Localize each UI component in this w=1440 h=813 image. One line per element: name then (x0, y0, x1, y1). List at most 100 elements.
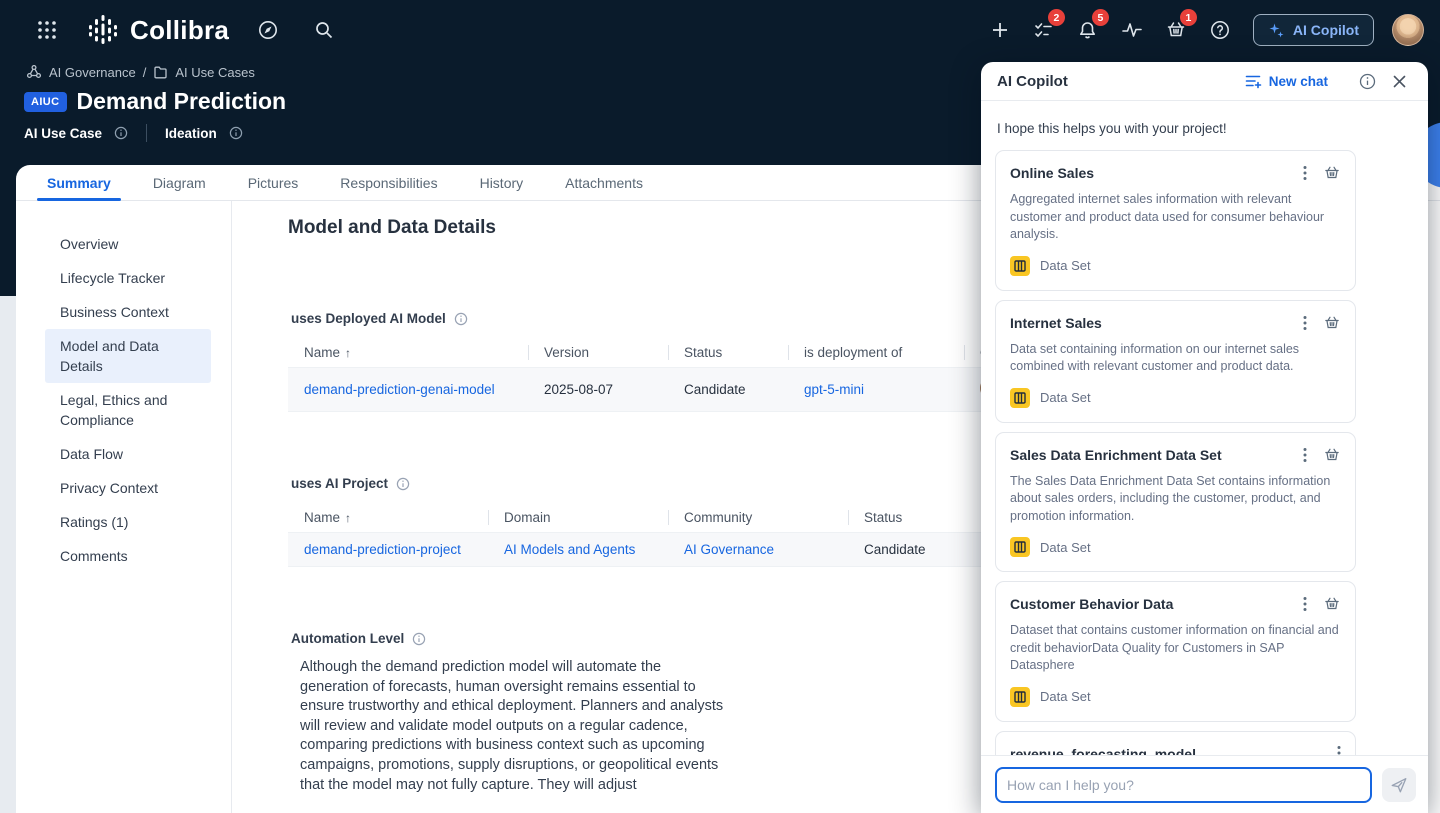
card-asset-type: Data Set (1040, 689, 1091, 704)
add-to-basket-icon[interactable] (1323, 164, 1341, 182)
add-to-basket-icon[interactable] (1323, 314, 1341, 332)
create-plus-icon[interactable] (983, 13, 1017, 47)
info-icon[interactable] (229, 126, 243, 140)
ai-copilot-button[interactable]: AI Copilot (1253, 14, 1374, 46)
asset-link[interactable]: gpt-5-mini (804, 382, 864, 397)
explore-compass-icon[interactable] (251, 13, 285, 47)
tasks-icon[interactable]: 2 (1027, 13, 1061, 47)
data-set-icon (1010, 388, 1030, 408)
send-plane-icon (1390, 776, 1408, 794)
asset-link[interactable]: demand-prediction-genai-model (304, 382, 495, 397)
sidebar-item-privacy-context[interactable]: Privacy Context (45, 471, 211, 505)
sort-asc-icon: ↑ (345, 511, 351, 525)
kebab-menu-icon[interactable] (1303, 315, 1307, 331)
sidebar-item-overview[interactable]: Overview (45, 227, 211, 261)
asset-type-badge: AIUC (24, 92, 67, 112)
column-header-community[interactable]: Community (668, 503, 848, 533)
sidebar-item-business-context[interactable]: Business Context (45, 295, 211, 329)
copilot-chat-input[interactable] (995, 767, 1372, 803)
page-title: Demand Prediction (77, 88, 287, 115)
tab-history[interactable]: History (466, 165, 538, 200)
table-cell: AI Models and Agents (488, 533, 668, 567)
automation-level-text: Although the demand prediction model wil… (300, 658, 732, 795)
kebab-menu-icon[interactable] (1303, 447, 1307, 463)
sidebar-item-legal-ethics-and-compliance[interactable]: Legal, Ethics and Compliance (45, 383, 211, 437)
ai-copilot-panel: AI Copilot New chat I hope this helps yo… (981, 62, 1428, 813)
copilot-intro-message: I hope this helps you with your project! (997, 121, 1412, 136)
add-to-basket-icon[interactable] (1323, 446, 1341, 464)
new-chat-button[interactable]: New chat (1245, 74, 1328, 89)
copilot-card-sales-data-enrichment-data-set[interactable]: Sales Data Enrichment Data Set The Sales… (995, 432, 1356, 573)
table-cell: demand-prediction-genai-model (288, 368, 528, 412)
collibra-logo[interactable]: Collibra (86, 13, 229, 47)
tab-summary[interactable]: Summary (33, 165, 125, 200)
tab-diagram[interactable]: Diagram (139, 165, 220, 200)
table-row: demand-prediction-project AI Models and A… (288, 533, 1038, 567)
send-button[interactable] (1382, 768, 1416, 802)
app-switcher-icon[interactable] (30, 13, 64, 47)
info-icon[interactable] (454, 312, 468, 326)
sort-asc-icon: ↑ (345, 346, 351, 360)
tab-responsibilities[interactable]: Responsibilities (326, 165, 451, 200)
sidebar-item-data-flow[interactable]: Data Flow (45, 437, 211, 471)
ai-copilot-button-label: AI Copilot (1293, 22, 1359, 38)
copilot-card-online-sales[interactable]: Online Sales Aggregated internet sales i… (995, 150, 1356, 291)
column-header-domain[interactable]: Domain (488, 503, 668, 533)
column-header-name[interactable]: Name↑ (288, 503, 488, 533)
card-title: Internet Sales (1010, 314, 1303, 331)
copilot-title: AI Copilot (997, 73, 1245, 90)
column-header-name[interactable]: Name↑ (288, 338, 528, 368)
breadcrumb-ai-use-cases[interactable]: AI Use Cases (175, 65, 254, 80)
column-header-status[interactable]: Status (668, 338, 788, 368)
add-to-basket-icon[interactable] (1323, 595, 1341, 613)
kebab-menu-icon[interactable] (1303, 165, 1307, 181)
breadcrumb-separator: / (143, 65, 147, 80)
tasks-badge: 2 (1048, 9, 1065, 26)
column-header-version[interactable]: Version (528, 338, 668, 368)
table-row: demand-prediction-genai-model2025-08-07C… (288, 368, 1070, 412)
domain-icon (153, 65, 168, 80)
card-description: The Sales Data Enrichment Data Set conta… (1010, 473, 1341, 526)
basket-icon[interactable]: 1 (1159, 13, 1193, 47)
card-description: Aggregated internet sales information wi… (1010, 191, 1341, 244)
asset-link[interactable]: AI Governance (684, 542, 774, 557)
sidebar-item-model-and-data-details[interactable]: Model and Data Details (45, 329, 211, 383)
sidebar-item-comments[interactable]: Comments (45, 539, 211, 573)
user-avatar[interactable] (1392, 14, 1424, 46)
table-cell: demand-prediction-project (288, 533, 488, 567)
table-cell: 2025-08-07 (528, 368, 668, 412)
help-icon[interactable] (1203, 13, 1237, 47)
sidebar-item-ratings-1[interactable]: Ratings (1) (45, 505, 211, 539)
basket-badge: 1 (1180, 9, 1197, 26)
card-title: Online Sales (1010, 164, 1303, 181)
tab-attachments[interactable]: Attachments (551, 165, 657, 200)
sidebar-item-lifecycle-tracker[interactable]: Lifecycle Tracker (45, 261, 211, 295)
kebab-menu-icon[interactable] (1337, 745, 1341, 756)
info-icon[interactable] (114, 126, 128, 140)
info-icon[interactable] (396, 477, 410, 491)
relation-table: Name↑DomainCommunityStatusdemand-predict… (288, 503, 1038, 567)
data-set-icon (1010, 687, 1030, 707)
copilot-info-icon[interactable] (1354, 68, 1380, 94)
divider (146, 124, 147, 142)
status-label: Ideation (165, 126, 217, 141)
table-cell: AI Governance (668, 533, 848, 567)
collibra-logo-mark (86, 13, 120, 47)
notifications-bell-icon[interactable]: 5 (1071, 13, 1105, 47)
copilot-card-customer-behavior-data[interactable]: Customer Behavior Data Dataset that cont… (995, 581, 1356, 722)
copilot-close-icon[interactable] (1386, 68, 1412, 94)
search-icon[interactable] (307, 13, 341, 47)
info-icon[interactable] (412, 632, 426, 646)
tab-pictures[interactable]: Pictures (234, 165, 313, 200)
copilot-card-internet-sales[interactable]: Internet Sales Data set containing infor… (995, 300, 1356, 423)
card-description: Dataset that contains customer informati… (1010, 622, 1341, 675)
asset-link[interactable]: demand-prediction-project (304, 542, 461, 557)
card-title: revenue_forecasting_model (1010, 745, 1337, 756)
breadcrumb-ai-governance[interactable]: AI Governance (49, 65, 136, 80)
kebab-menu-icon[interactable] (1303, 596, 1307, 612)
column-header-is-deployment-of[interactable]: is deployment of (788, 338, 964, 368)
asset-link[interactable]: AI Models and Agents (504, 542, 635, 557)
data-set-icon (1010, 537, 1030, 557)
activity-pulse-icon[interactable] (1115, 13, 1149, 47)
copilot-card-revenue-forecasting-model[interactable]: revenue_forecasting_model (995, 731, 1356, 756)
